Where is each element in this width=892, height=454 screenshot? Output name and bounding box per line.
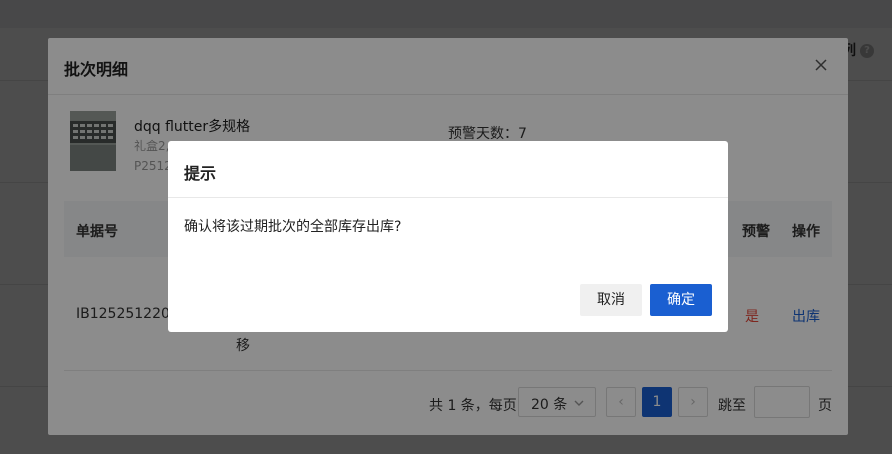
confirm-dialog: 提示 确认将该过期批次的全部库存出库? 取消 确定 (168, 141, 728, 332)
confirm-button[interactable]: 确定 (650, 284, 712, 316)
cancel-button[interactable]: 取消 (580, 284, 642, 316)
dialog-divider (168, 197, 728, 198)
dialog-title: 提示 (184, 164, 217, 183)
dialog-message: 确认将该过期批次的全部库存出库? (184, 219, 402, 235)
